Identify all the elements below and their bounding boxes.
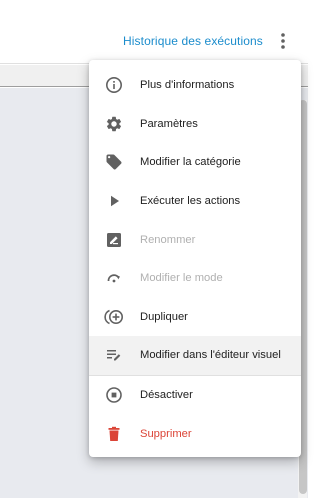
context-menu: Plus d'informations Paramètres Modifier … [89,60,301,457]
menu-item-label: Dupliquer [140,310,188,323]
gear-icon [104,114,124,134]
menu-item-label: Plus d'informations [140,79,235,92]
menu-item-label: Exécuter les actions [140,195,241,208]
menu-item-more-info[interactable]: Plus d'informations [89,66,301,105]
menu-item-run-actions[interactable]: Exécuter les actions [89,182,301,221]
stop-circle-icon [104,385,124,405]
menu-item-disable[interactable]: Désactiver [89,376,301,415]
menu-item-edit-visual[interactable]: Modifier dans l'éditeur visuel [89,336,301,375]
right-edge [308,0,313,498]
menu-item-label: Modifier dans l'éditeur visuel [140,349,281,362]
menu-item-duplicate[interactable]: Dupliquer [89,298,301,337]
menu-item-rename[interactable]: Renommer [89,220,301,259]
mode-icon [104,268,124,288]
menu-item-label: Renommer [140,233,196,246]
menu-item-label: Modifier le mode [140,272,223,285]
play-icon [104,191,124,211]
menu-item-change-mode[interactable]: Modifier le mode [89,259,301,298]
menu-item-label: Supprimer [140,427,192,440]
history-link[interactable]: Historique des exécutions [123,34,263,48]
trash-icon [104,424,124,444]
rename-icon [104,230,124,250]
menu-item-label: Désactiver [140,389,193,402]
menu-item-change-category[interactable]: Modifier la catégorie [89,143,301,182]
duplicate-icon [104,307,124,327]
more-vert-icon[interactable] [276,32,290,50]
menu-item-delete[interactable]: Supprimer [89,414,301,453]
tag-icon [104,152,124,172]
menu-item-label: Modifier la catégorie [140,156,241,169]
menu-item-settings[interactable]: Paramètres [89,105,301,144]
menu-item-label: Paramètres [140,117,198,130]
edit-text-icon [104,345,124,365]
top-header: Historique des exécutions [0,0,313,64]
info-icon [104,75,124,95]
